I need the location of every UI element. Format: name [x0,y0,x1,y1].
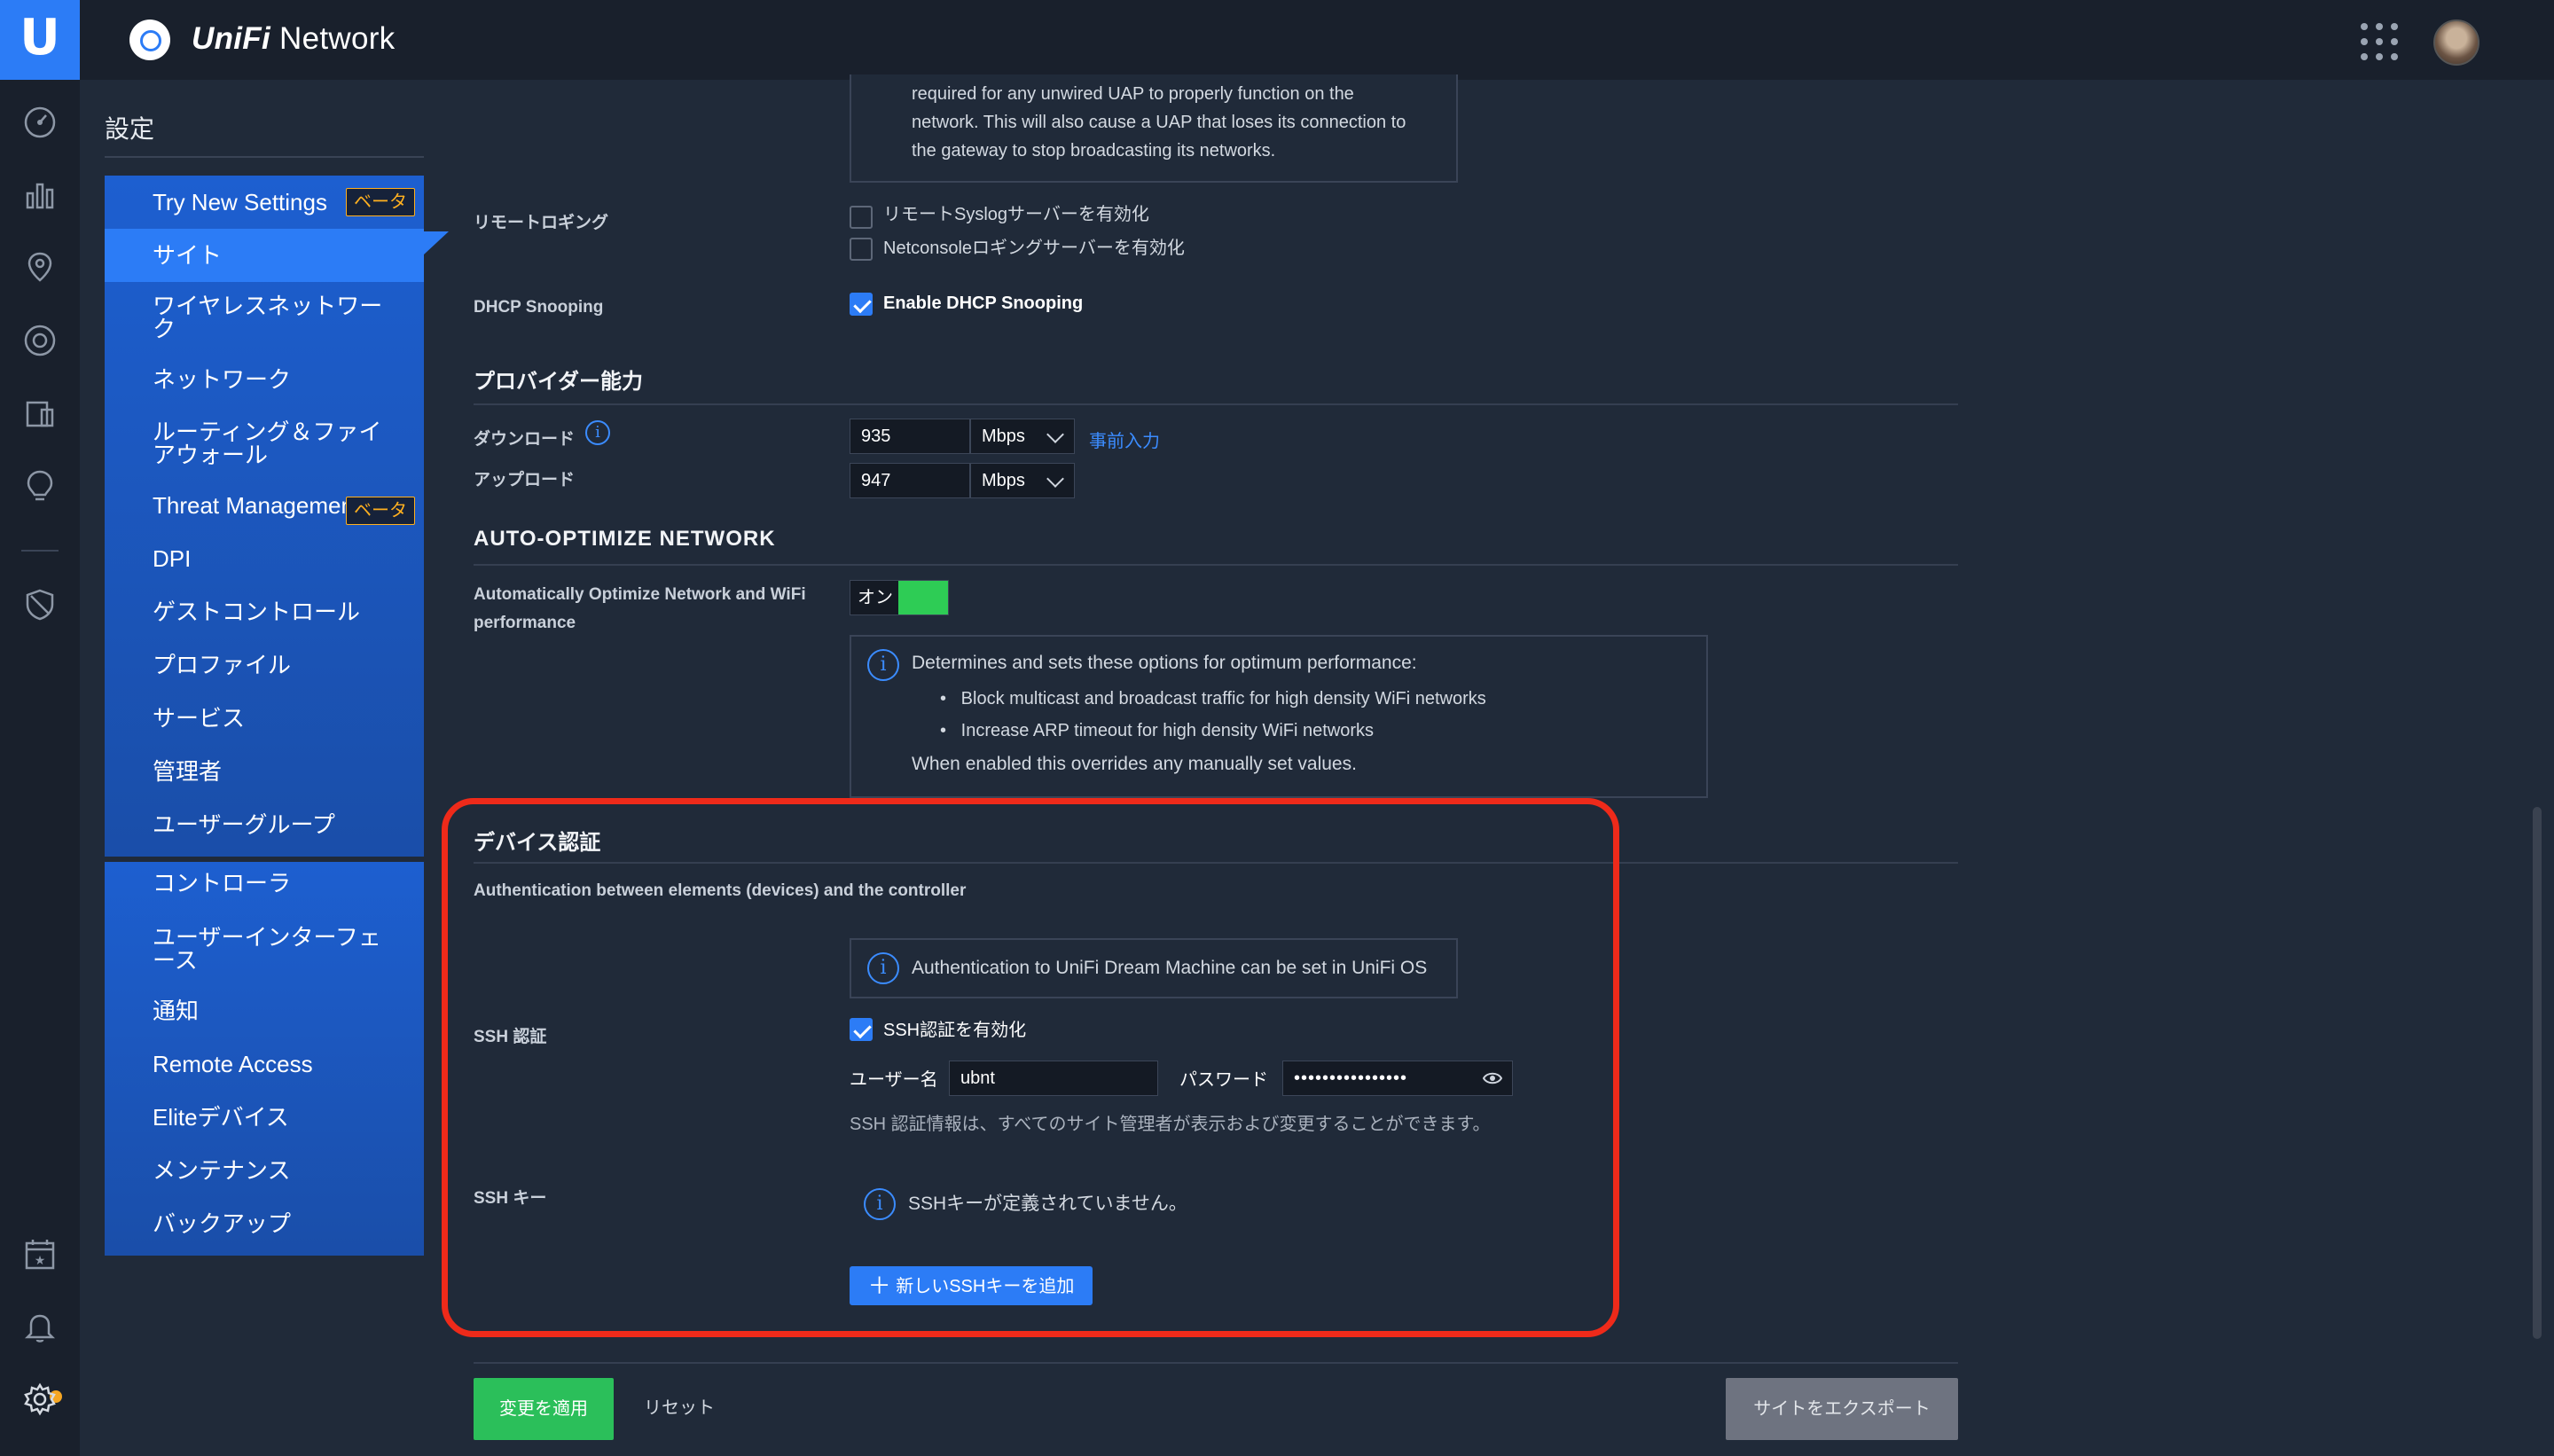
auto-optimize-label-cont: performance [474,614,576,632]
nav-dpi[interactable]: DPI [105,546,424,582]
download-unit-select[interactable]: Mbps [970,419,1075,454]
upload-unit-select[interactable]: Mbps [970,463,1075,498]
nav-controller[interactable]: コントローラ [105,871,424,906]
rail-divider [21,550,59,552]
nav-try-new-settings[interactable]: Try New Settings ベータ [105,176,424,229]
download-input[interactable]: 935 [850,419,970,454]
prefill-link[interactable]: 事前入力 [1089,427,1160,452]
gateway-note-line: required for any unwired UAP to properly… [912,84,1354,104]
dashboard-icon[interactable] [22,105,58,140]
map-icon[interactable] [22,250,58,286]
gateway-note-box: required for any unwired UAP to properly… [850,74,1458,183]
scrollbar[interactable] [2533,807,2542,1339]
nav-threat-management[interactable]: Threat Managemen ベータ [105,493,424,528]
auto-optimize-info-box: i Determines and sets these options for … [850,635,1708,798]
ubiquiti-u-icon: U [20,9,60,67]
app-grid-icon[interactable] [2359,21,2400,62]
footer-divider [474,1362,1958,1364]
shield-icon[interactable] [22,587,58,622]
ubiquiti-logo[interactable]: U [0,0,80,80]
provider-section-title: プロバイダー能力 [474,370,644,394]
beta-badge: ベータ [346,497,415,525]
app-title: UniFi Network [192,21,396,56]
remote-logging-label: リモートロギング [474,214,609,232]
settings-nav-secondary: コントローラ ユーザーインターフェース 通知 Remote Access Eli… [105,862,424,1256]
icon-rail: ★ [0,80,80,1456]
gateway-note-line: network. This will also cause a UAP that… [912,113,1406,132]
nav-remote-access[interactable]: Remote Access [105,1052,424,1087]
nav-user-groups[interactable]: ユーザーグループ [105,812,424,848]
settings-title: 設定 [105,115,155,143]
apply-changes-button[interactable]: 変更を適用 [474,1378,614,1440]
dhcp-snooping-label: DHCP Snooping [474,298,604,317]
netconsole-label: Netconsoleロギングサーバーを有効化 [883,239,1185,258]
nav-profiles[interactable]: プロファイル [105,653,424,688]
svg-text:★: ★ [35,1253,46,1267]
highlight-annotation [442,798,1619,1337]
nav-admins[interactable]: 管理者 [105,759,424,795]
section-divider [474,403,1958,405]
nav-services[interactable]: サービス [105,706,424,741]
user-avatar[interactable] [2433,20,2480,66]
top-bar: U UniFi Network [0,0,2554,80]
dhcp-snooping-checkbox[interactable] [850,293,873,316]
reset-button[interactable]: リセット [644,1394,715,1422]
auto-optimize-info-heading: Determines and sets these options for op… [912,653,1417,673]
clients-icon[interactable] [22,395,58,431]
nav-networks[interactable]: ネットワーク [105,367,424,403]
nav-site[interactable]: サイト [105,229,424,282]
section-divider [474,564,1958,566]
chevron-down-icon [1046,426,1064,443]
unifi-network-logo-icon [129,20,170,60]
calendar-icon[interactable]: ★ [22,1236,58,1272]
upload-label: アップロード [474,471,576,489]
nav-active-indicator [424,231,449,254]
nav-routing-firewall[interactable]: ルーティング＆ファイアウォール [105,420,424,475]
netconsole-checkbox[interactable] [850,238,873,261]
insights-icon[interactable] [22,468,58,504]
devices-icon[interactable] [22,323,58,358]
gear-icon[interactable] [22,1382,58,1417]
chevron-down-icon [1046,470,1064,488]
bell-icon[interactable] [22,1309,58,1344]
nav-notifications[interactable]: 通知 [105,998,424,1034]
remote-syslog-label: リモートSyslogサーバーを有効化 [883,205,1149,224]
info-icon: i [867,649,899,681]
info-icon[interactable]: i [585,420,610,445]
nav-user-interface[interactable]: ユーザーインターフェース [105,926,424,981]
dhcp-snooping-option: Enable DHCP Snooping [883,294,1084,313]
auto-optimize-label: Automatically Optimize Network and WiFi [474,585,806,604]
bullet-item: • Increase ARP timeout for high density … [940,721,1375,740]
statistics-icon[interactable] [22,177,58,213]
download-label: ダウンロード [474,430,576,449]
settings-nav-primary: Try New Settings ベータ サイト ワイヤレスネットワーク ネットワ… [105,176,424,857]
settings-divider [105,156,424,158]
nav-maintenance[interactable]: メンテナンス [105,1158,424,1194]
nav-backup[interactable]: バックアップ [105,1211,424,1247]
nav-guest-control[interactable]: ゲストコントロール [105,599,424,635]
remote-syslog-checkbox[interactable] [850,206,873,229]
nav-elite-devices[interactable]: Eliteデバイス [105,1105,424,1140]
auto-optimize-info-footer: When enabled this overrides any manually… [912,754,1357,774]
bullet-item: • Block multicast and broadcast traffic … [940,689,1486,708]
export-site-button[interactable]: サイトをエクスポート [1726,1378,1958,1440]
auto-optimize-toggle[interactable]: オン [850,580,949,615]
gateway-note-line: the gateway to stop broadcasting its net… [912,141,1276,160]
nav-wireless-networks[interactable]: ワイヤレスネットワーク [105,294,424,349]
auto-optimize-title: AUTO-OPTIMIZE NETWORK [474,527,776,551]
upload-input[interactable]: 947 [850,463,970,498]
beta-badge: ベータ [346,188,415,216]
